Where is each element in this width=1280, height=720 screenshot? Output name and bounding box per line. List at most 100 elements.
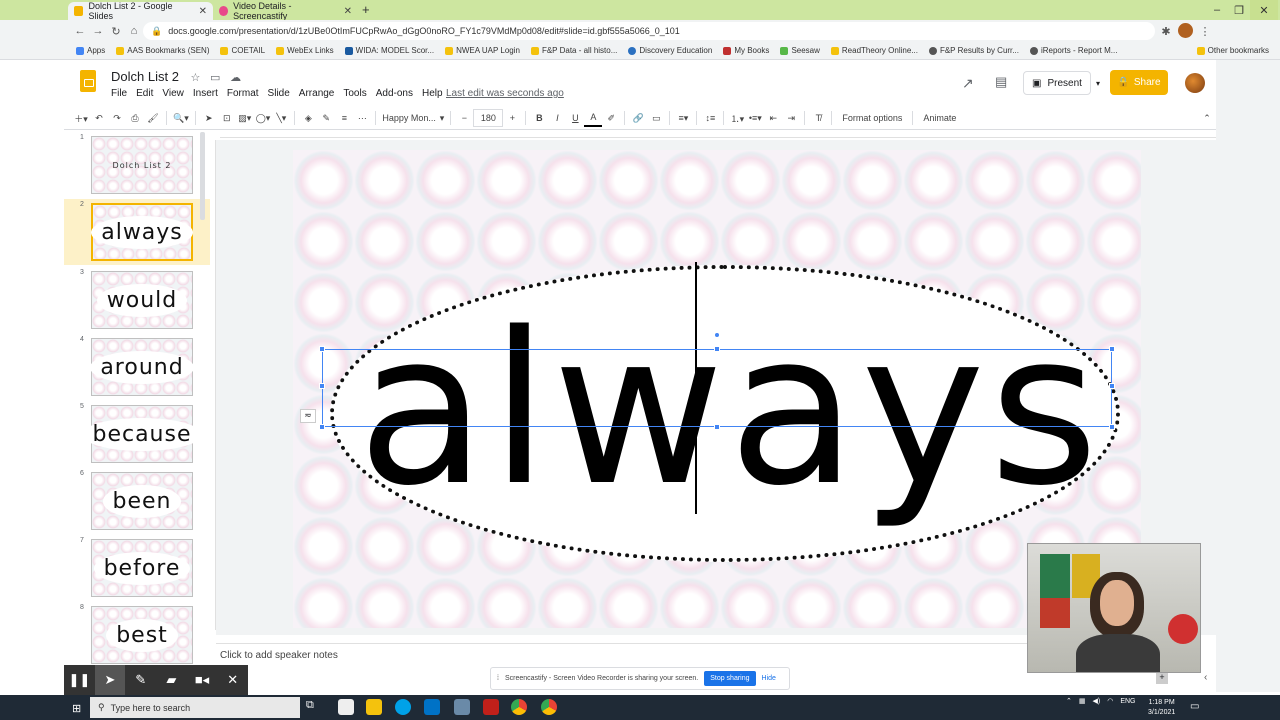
slide-thumbnail[interactable]: 5 because — [64, 401, 210, 467]
numbered-list-icon[interactable]: ⒈▾ — [728, 109, 746, 127]
alt-text-icon[interactable]: ≂ — [300, 409, 316, 423]
text-box-icon[interactable]: ⊡ — [218, 109, 236, 127]
other-bookmarks[interactable]: Other bookmarks — [1196, 46, 1269, 55]
acrobat-icon[interactable] — [483, 699, 499, 715]
explore-icon[interactable]: + — [1156, 672, 1168, 684]
webcam-overlay[interactable] — [1027, 543, 1201, 673]
profile-avatar[interactable] — [1178, 23, 1193, 38]
bookmark-item[interactable]: AAS Bookmarks (SEN) — [116, 46, 209, 55]
bulleted-list-icon[interactable]: •≡▾ — [746, 109, 764, 127]
bookmark-item[interactable]: F&P Data - all histo... — [530, 46, 617, 55]
close-tab-icon[interactable]: ✕ — [199, 6, 207, 17]
tab-screencastify[interactable]: Video Details - Screencastify ✕ — [213, 1, 358, 21]
border-color-icon[interactable]: ✎ — [317, 109, 335, 127]
zoom-icon[interactable]: 🔍▾ — [171, 109, 191, 127]
bookmark-item[interactable]: COETAIL — [220, 46, 265, 55]
account-avatar[interactable] — [1185, 73, 1205, 93]
skype-icon[interactable] — [395, 699, 411, 715]
bookmark-item[interactable]: WIDA: MODEL Scor... — [344, 46, 434, 55]
stop-sharing-button[interactable]: Stop sharing — [704, 671, 756, 686]
close-tab-icon[interactable]: ✕ — [344, 6, 352, 17]
resize-handle[interactable] — [319, 424, 325, 430]
underline-icon[interactable]: U — [566, 109, 584, 127]
line-icon[interactable]: ╲▾ — [272, 109, 290, 127]
notifications-icon[interactable]: ▭ — [1190, 701, 1199, 712]
bookmark-item[interactable]: ReadTheory Online... — [830, 46, 918, 55]
resize-handle[interactable] — [1109, 424, 1115, 430]
chevron-up-icon[interactable]: ⌃ — [1066, 697, 1072, 705]
present-dropdown-icon[interactable]: ▾ — [1091, 71, 1105, 95]
pause-icon[interactable]: ❚❚ — [64, 665, 95, 695]
cloud-saved-icon[interactable]: ☁ — [230, 72, 241, 84]
horizontal-ruler[interactable] — [220, 130, 1216, 138]
menu-tools[interactable]: Tools — [343, 88, 366, 99]
bookmark-item[interactable]: iReports - Report M... — [1029, 46, 1117, 55]
paint-format-icon[interactable]: 🖌 — [144, 109, 162, 127]
increase-indent-icon[interactable]: ⇥ — [782, 109, 800, 127]
chrome-icon[interactable] — [511, 699, 527, 715]
resize-handle[interactable] — [319, 383, 325, 389]
image-icon[interactable]: ▨▾ — [236, 109, 254, 127]
document-title[interactable]: Dolch List 2 ☆ ▭ ☁ — [111, 69, 241, 84]
undo-icon[interactable]: ↶ — [90, 109, 108, 127]
menu-format[interactable]: Format — [227, 88, 259, 99]
file-explorer-icon[interactable] — [366, 699, 382, 715]
cursor-tool-icon[interactable]: ➤ — [94, 665, 126, 695]
close-icon[interactable]: ✕ — [217, 665, 248, 695]
task-view-icon[interactable]: ⧉ — [306, 699, 322, 715]
maximize-icon[interactable]: ❐ — [1225, 0, 1253, 20]
rotate-handle[interactable] — [714, 332, 720, 338]
select-icon[interactable]: ➤ — [200, 109, 218, 127]
speaker-notes[interactable]: Click to add speaker notes — [216, 643, 1036, 665]
resize-handle[interactable] — [714, 424, 720, 430]
slide-thumbnail[interactable]: 8 best — [64, 602, 210, 665]
app-icon[interactable] — [454, 699, 470, 715]
present-button[interactable]: ▣ Present — [1023, 71, 1091, 95]
resize-handle[interactable] — [1109, 346, 1115, 352]
menu-file[interactable]: File — [111, 88, 127, 99]
new-slide-icon[interactable]: ＋▾ — [72, 109, 90, 127]
shape-icon[interactable]: ◯▾ — [254, 109, 273, 127]
menu-edit[interactable]: Edit — [136, 88, 153, 99]
decrease-indent-icon[interactable]: ⇤ — [764, 109, 782, 127]
bookmark-item[interactable]: Seesaw — [780, 46, 820, 55]
highlighter-icon[interactable]: ▰ — [156, 665, 187, 695]
font-select[interactable]: Happy Mon... ▾ — [380, 109, 446, 127]
filmstrip-scrollbar[interactable] — [200, 132, 205, 220]
pen-icon[interactable]: ✎ — [125, 665, 156, 695]
menu-addons[interactable]: Add-ons — [376, 88, 413, 99]
last-edit-link[interactable]: Last edit was seconds ago — [446, 88, 564, 99]
bookmark-item[interactable]: NWEA UAP Login — [445, 46, 520, 55]
menu-slide[interactable]: Slide — [268, 88, 290, 99]
slide-thumbnail[interactable]: 1 Dolch List 2 — [64, 132, 210, 198]
fill-color-icon[interactable]: ◈ — [299, 109, 317, 127]
new-tab-icon[interactable]: + — [362, 2, 370, 17]
move-folder-icon[interactable]: ▭ — [210, 72, 220, 84]
slides-logo-icon[interactable] — [80, 70, 96, 92]
print-icon[interactable]: ⎙ — [126, 109, 144, 127]
resize-handle[interactable] — [319, 346, 325, 352]
outlook-icon[interactable] — [424, 699, 440, 715]
italic-icon[interactable]: I — [548, 109, 566, 127]
slide-thumbnail[interactable]: 3 would — [64, 267, 210, 333]
network-icon[interactable]: ▦ — [1079, 697, 1086, 705]
text-selection-box[interactable] — [319, 332, 1115, 430]
taskbar-search-field[interactable]: ⚲ Type here to search — [90, 697, 300, 718]
chrome-menu-icon[interactable]: ⋮ — [1197, 23, 1213, 39]
redo-icon[interactable]: ↷ — [108, 109, 126, 127]
border-weight-icon[interactable]: ≡ — [335, 109, 353, 127]
increase-size-icon[interactable]: + — [503, 109, 521, 127]
bookmark-item[interactable]: Apps — [76, 46, 105, 55]
link-icon[interactable]: 🔗 — [629, 109, 647, 127]
resize-handle[interactable] — [714, 346, 720, 352]
wifi-icon[interactable]: ◠ — [1107, 697, 1113, 705]
bookmark-item[interactable]: Discovery Education — [628, 46, 712, 55]
file-icon[interactable] — [338, 699, 354, 715]
menu-arrange[interactable]: Arrange — [299, 88, 335, 99]
chrome-icon[interactable] — [541, 699, 557, 715]
hide-button[interactable]: Hide — [762, 675, 776, 682]
text-color-icon[interactable]: A — [584, 109, 603, 127]
tab-google-slides[interactable]: Dolch List 2 - Google Slides ✕ — [68, 1, 213, 21]
slide-thumbnail[interactable]: 7 before — [64, 535, 210, 601]
animate-button[interactable]: Animate — [917, 109, 962, 127]
